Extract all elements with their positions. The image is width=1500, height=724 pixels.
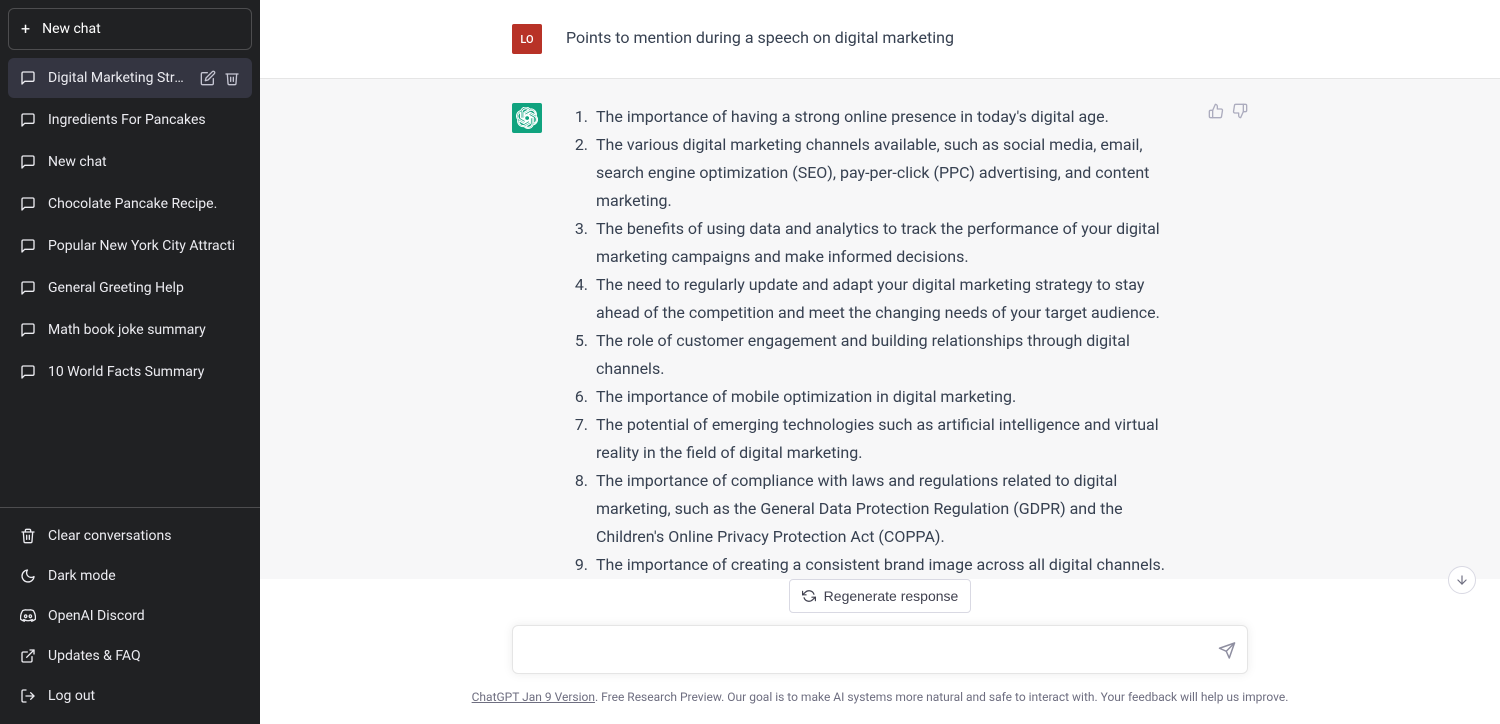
conversation-item[interactable]: New chat: [8, 142, 252, 182]
messages-area: LO Points to mention during a speech on …: [260, 0, 1500, 579]
assistant-message-row: The importance of having a strong online…: [260, 79, 1500, 579]
conversation-item[interactable]: Digital Marketing Strate: [8, 58, 252, 98]
sidebar-top: + New chat: [0, 0, 260, 58]
assistant-message-text: The importance of having a strong online…: [566, 103, 1184, 579]
chat-icon: [20, 112, 36, 128]
external-link-icon: [20, 648, 36, 664]
send-icon: [1218, 641, 1236, 659]
trash-icon: [20, 528, 36, 544]
updates-faq-button[interactable]: Updates & FAQ: [8, 636, 252, 676]
list-item: The importance of compliance with laws a…: [592, 467, 1184, 551]
conversation-label: Popular New York City Attracti: [48, 238, 240, 254]
conversation-label: New chat: [48, 154, 240, 170]
regenerate-button[interactable]: Regenerate response: [789, 579, 972, 613]
openai-icon: [516, 107, 538, 129]
send-button[interactable]: [1218, 641, 1236, 662]
new-chat-label: New chat: [42, 21, 101, 37]
list-item: The role of customer engagement and buil…: [592, 327, 1184, 383]
discord-label: OpenAI Discord: [48, 608, 145, 624]
thumbs-up-button[interactable]: [1208, 103, 1224, 123]
sidebar-bottom: Clear conversations Dark mode OpenAI Dis…: [0, 507, 260, 724]
response-list: The importance of having a strong online…: [566, 103, 1184, 579]
logout-label: Log out: [48, 688, 95, 704]
input-area: Regenerate response ChatGPT Jan 9 Versio…: [260, 579, 1500, 724]
list-item: The need to regularly update and adapt y…: [592, 271, 1184, 327]
message-input[interactable]: [512, 625, 1248, 674]
list-item: The importance of creating a consistent …: [592, 551, 1184, 579]
list-item: The importance of having a strong online…: [592, 103, 1184, 131]
conversation-label: Chocolate Pancake Recipe.: [48, 196, 240, 212]
discord-button[interactable]: OpenAI Discord: [8, 596, 252, 636]
chat-icon: [20, 238, 36, 254]
logout-button[interactable]: Log out: [8, 676, 252, 716]
conversation-label: General Greeting Help: [48, 280, 240, 296]
list-item: The benefits of using data and analytics…: [592, 215, 1184, 271]
user-message-row: LO Points to mention during a speech on …: [260, 0, 1500, 79]
clear-conversations-button[interactable]: Clear conversations: [8, 516, 252, 556]
feedback-buttons: [1208, 103, 1248, 579]
conversation-list: Digital Marketing Strate Ingredients For …: [0, 58, 260, 507]
user-message-text: Points to mention during a speech on dig…: [566, 24, 1180, 54]
logout-icon: [20, 688, 36, 704]
conversation-item[interactable]: Popular New York City Attracti: [8, 226, 252, 266]
footer-note: ChatGPT Jan 9 Version. Free Research Pre…: [260, 690, 1500, 704]
list-item: The importance of mobile optimization in…: [592, 383, 1184, 411]
conversation-item[interactable]: Ingredients For Pancakes: [8, 100, 252, 140]
regenerate-label: Regenerate response: [824, 588, 959, 604]
list-item: The potential of emerging technologies s…: [592, 411, 1184, 467]
sidebar: + New chat Digital Marketing Strate Ingre…: [0, 0, 260, 724]
moon-icon: [20, 568, 36, 584]
conversation-label: Digital Marketing Strate: [48, 70, 188, 86]
thumbs-down-button[interactable]: [1232, 103, 1248, 123]
chat-icon: [20, 322, 36, 338]
conversation-item[interactable]: General Greeting Help: [8, 268, 252, 308]
conversation-item[interactable]: Chocolate Pancake Recipe.: [8, 184, 252, 224]
chat-icon: [20, 196, 36, 212]
version-link[interactable]: ChatGPT Jan 9 Version: [472, 690, 595, 704]
edit-icon[interactable]: [200, 70, 216, 86]
conversation-label: Ingredients For Pancakes: [48, 112, 240, 128]
delete-icon[interactable]: [224, 70, 240, 86]
conversation-item[interactable]: Math book joke summary: [8, 310, 252, 350]
conversation-label: 10 World Facts Summary: [48, 364, 240, 380]
user-avatar: LO: [512, 24, 542, 54]
assistant-avatar: [512, 103, 542, 133]
updates-faq-label: Updates & FAQ: [48, 648, 141, 664]
dark-mode-button[interactable]: Dark mode: [8, 556, 252, 596]
clear-conversations-label: Clear conversations: [48, 528, 171, 544]
main-content: LO Points to mention during a speech on …: [260, 0, 1500, 724]
plus-icon: +: [21, 21, 30, 37]
new-chat-button[interactable]: + New chat: [8, 8, 252, 50]
conversation-label: Math book joke summary: [48, 322, 240, 338]
refresh-icon: [802, 589, 816, 603]
chat-icon: [20, 280, 36, 296]
chat-icon: [20, 154, 36, 170]
discord-icon: [20, 608, 36, 624]
conversation-item[interactable]: 10 World Facts Summary: [8, 352, 252, 392]
dark-mode-label: Dark mode: [48, 568, 116, 584]
list-item: The various digital marketing channels a…: [592, 131, 1184, 215]
chat-icon: [20, 70, 36, 86]
footer-text: . Free Research Preview. Our goal is to …: [595, 690, 1288, 704]
chat-icon: [20, 364, 36, 380]
